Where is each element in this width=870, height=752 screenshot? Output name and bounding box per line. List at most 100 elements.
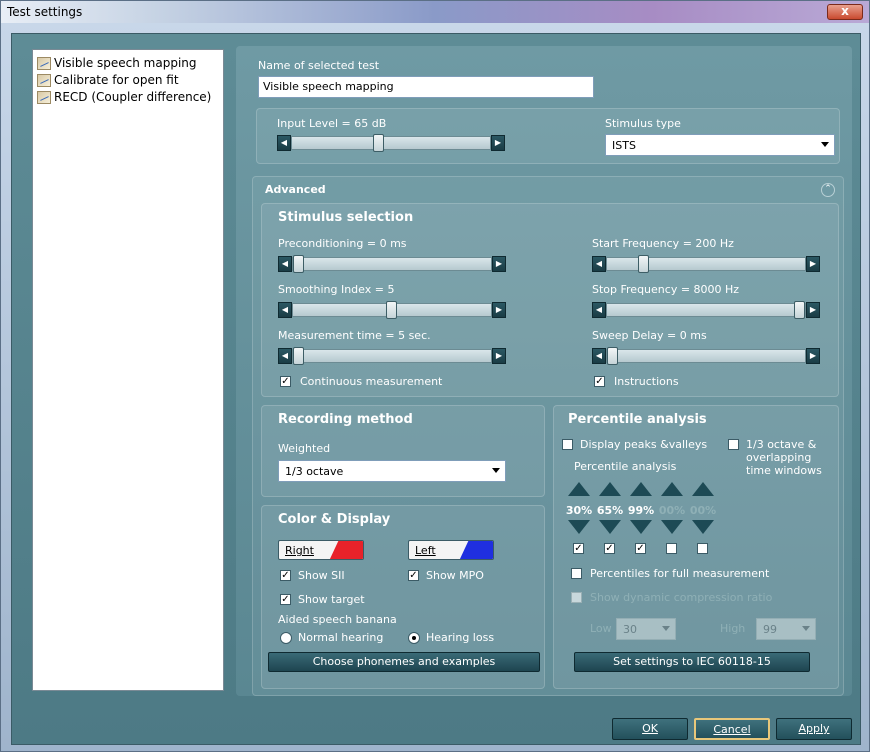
decrease-00a-icon[interactable] [661, 520, 683, 534]
window-title: Test settings [7, 5, 83, 19]
slider-thumb[interactable] [373, 134, 384, 152]
slider-right-arrow-icon[interactable]: ▶ [806, 302, 820, 318]
slider-thumb[interactable] [293, 255, 304, 273]
increase-30-icon[interactable] [568, 482, 590, 496]
test-icon [37, 56, 51, 70]
show-sii-checkbox[interactable]: ✓ [280, 570, 291, 581]
test-name-input[interactable]: Visible speech mapping [258, 76, 594, 98]
decrease-65-icon[interactable] [599, 520, 621, 534]
test-settings-window: Test settings x Visible speech mapping C… [0, 0, 870, 752]
slider-right-arrow-icon[interactable]: ▶ [806, 348, 820, 364]
ok-button[interactable]: OK [612, 718, 688, 740]
stimulus-type-select[interactable]: ISTS [605, 134, 835, 156]
weighted-label: Weighted [278, 442, 331, 455]
measurement-time-slider[interactable]: ◀ ▶ [278, 347, 506, 365]
stimulus-type-label: Stimulus type [605, 117, 681, 130]
octave-windows-checkbox[interactable] [728, 439, 739, 450]
input-panel: Input Level = 65 dB ◀ ▶ Stimulus type IS… [256, 108, 840, 164]
left-ear-label: Left [415, 544, 436, 557]
high-select[interactable]: 99 [756, 618, 816, 640]
slider-left-arrow-icon[interactable]: ◀ [278, 256, 292, 272]
choose-phonemes-button[interactable]: Choose phonemes and examples [268, 652, 540, 672]
apply-button[interactable]: Apply [776, 718, 852, 740]
hearing-loss-radio[interactable] [408, 632, 420, 644]
slider-left-arrow-icon[interactable]: ◀ [278, 348, 292, 364]
slider-thumb[interactable] [386, 301, 397, 319]
list-item-label: Calibrate for open fit [54, 73, 179, 87]
list-item-visible-speech-mapping[interactable]: Visible speech mapping [37, 55, 197, 71]
slider-track [292, 349, 492, 363]
percentile-00b-checkbox[interactable] [697, 543, 708, 554]
display-peaks-label: Display peaks &valleys [580, 438, 708, 451]
low-label: Low [590, 622, 612, 635]
advanced-panel: Advanced ⌃ Stimulus selection Preconditi… [252, 176, 844, 696]
list-item-recd[interactable]: RECD (Coupler difference) [37, 89, 211, 105]
preconditioning-label: Preconditioning = 0 ms [278, 237, 407, 250]
list-item-calibrate-open-fit[interactable]: Calibrate for open fit [37, 72, 179, 88]
full-measurement-label: Percentiles for full measurement [590, 567, 770, 580]
continuous-measurement-checkbox[interactable]: ✓ [280, 376, 291, 387]
display-peaks-checkbox[interactable] [562, 439, 573, 450]
slider-track [291, 136, 491, 150]
stop-frequency-slider[interactable]: ◀ ▶ [592, 301, 820, 319]
decrease-30-icon[interactable] [568, 520, 590, 534]
preconditioning-slider[interactable]: ◀ ▶ [278, 255, 506, 273]
increase-99-icon[interactable] [630, 482, 652, 496]
show-mpo-checkbox[interactable]: ✓ [408, 570, 419, 581]
slider-track [606, 303, 806, 317]
test-list[interactable]: Visible speech mapping Calibrate for ope… [32, 49, 224, 691]
color-display-title: Color & Display [278, 512, 391, 527]
slider-thumb[interactable] [794, 301, 805, 319]
slider-thumb[interactable] [607, 347, 618, 365]
chevron-up-icon[interactable]: ⌃ [821, 183, 835, 197]
slider-right-arrow-icon[interactable]: ▶ [806, 256, 820, 272]
left-ear-button[interactable]: Left [408, 540, 494, 560]
increase-00b-icon[interactable] [692, 482, 714, 496]
slider-left-arrow-icon[interactable]: ◀ [278, 302, 292, 318]
dialog-client-area: Visible speech mapping Calibrate for ope… [11, 33, 861, 745]
slider-left-arrow-icon[interactable]: ◀ [592, 302, 606, 318]
sweep-delay-slider[interactable]: ◀ ▶ [592, 347, 820, 365]
percentile-99-checkbox[interactable]: ✓ [635, 543, 646, 554]
slider-right-arrow-icon[interactable]: ▶ [492, 348, 506, 364]
slider-thumb[interactable] [638, 255, 649, 273]
percentile-65-checkbox[interactable]: ✓ [604, 543, 615, 554]
list-item-label: Visible speech mapping [54, 56, 197, 70]
smoothing-index-slider[interactable]: ◀ ▶ [278, 301, 506, 319]
stimulus-selection-title: Stimulus selection [278, 210, 414, 225]
percentile-00a-checkbox[interactable] [666, 543, 677, 554]
show-target-label: Show target [298, 593, 365, 606]
decrease-00b-icon[interactable] [692, 520, 714, 534]
decrease-99-icon[interactable] [630, 520, 652, 534]
input-level-slider[interactable]: ◀ ▶ [277, 134, 505, 152]
percentile-99: 99% [627, 504, 655, 517]
full-measurement-checkbox[interactable] [571, 568, 582, 579]
iec-settings-button[interactable]: Set settings to IEC 60118-15 [574, 652, 810, 672]
percentile-analysis-title: Percentile analysis [568, 412, 707, 427]
normal-hearing-radio[interactable] [280, 632, 292, 644]
slider-right-arrow-icon[interactable]: ▶ [492, 256, 506, 272]
right-color-swatch [329, 541, 363, 559]
start-frequency-slider[interactable]: ◀ ▶ [592, 255, 820, 273]
instructions-checkbox[interactable]: ✓ [594, 376, 605, 387]
slider-left-arrow-icon[interactable]: ◀ [592, 256, 606, 272]
slider-right-arrow-icon[interactable]: ▶ [492, 302, 506, 318]
weighted-select[interactable]: 1/3 octave [278, 460, 506, 482]
slider-right-arrow-icon[interactable]: ▶ [491, 135, 505, 151]
low-select[interactable]: 30 [616, 618, 676, 640]
slider-left-arrow-icon[interactable]: ◀ [277, 135, 291, 151]
slider-thumb[interactable] [293, 347, 304, 365]
increase-65-icon[interactable] [599, 482, 621, 496]
show-target-checkbox[interactable]: ✓ [280, 594, 291, 605]
slider-left-arrow-icon[interactable]: ◀ [592, 348, 606, 364]
cancel-button[interactable]: Cancel [694, 718, 770, 740]
continuous-measurement-label: Continuous measurement [300, 375, 443, 388]
left-color-swatch [459, 541, 493, 559]
close-button[interactable]: x [827, 4, 863, 20]
right-ear-button[interactable]: Right [278, 540, 364, 560]
percentile-30-checkbox[interactable]: ✓ [573, 543, 584, 554]
increase-00a-icon[interactable] [661, 482, 683, 496]
instructions-label: Instructions [614, 375, 679, 388]
advanced-label: Advanced [265, 183, 326, 196]
dynamic-compression-checkbox[interactable] [571, 592, 582, 603]
